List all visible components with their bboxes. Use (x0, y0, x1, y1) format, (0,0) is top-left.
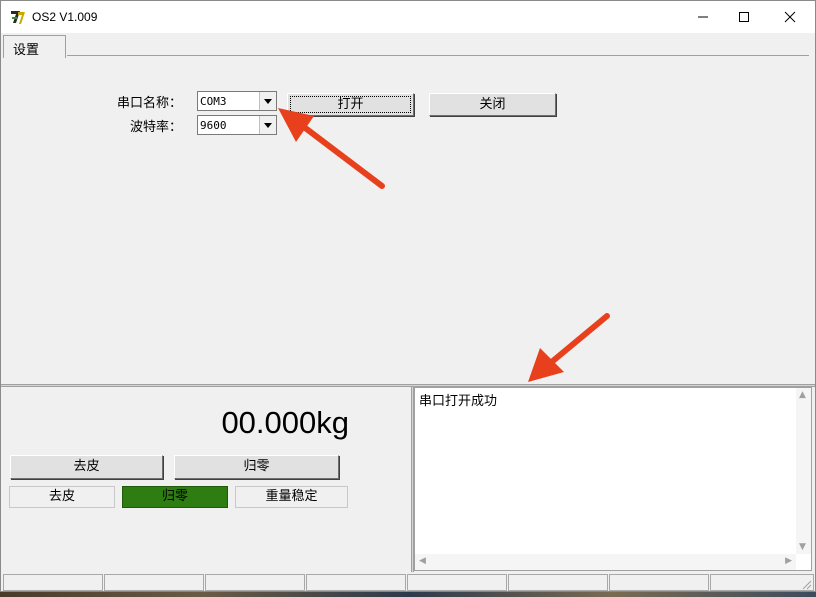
zero-button[interactable]: 归零 (174, 455, 339, 479)
window-title: OS2 V1.009 (32, 10, 98, 24)
scroll-right-arrow-icon[interactable]: ▶ (785, 556, 792, 566)
status-segment (205, 574, 305, 591)
scroll-left-arrow-icon[interactable]: ◀ (419, 556, 426, 566)
scroll-down-arrow-icon[interactable]: ▼ (799, 542, 806, 552)
port-name-label: 串口名称： (117, 96, 183, 111)
maximize-button[interactable] (721, 1, 767, 33)
weight-display: 00.000kg (221, 405, 349, 440)
log-vertical-scrollbar[interactable]: ▲ ▼ (796, 388, 811, 554)
status-segment (609, 574, 709, 591)
port-select-value: COM3 (200, 95, 227, 108)
status-segment (407, 574, 507, 591)
dropdown-arrow-icon[interactable] (259, 92, 276, 110)
port-select[interactable]: COM3 (197, 91, 277, 111)
open-port-button[interactable]: 打开 (287, 93, 414, 116)
log-textarea[interactable]: 串口打开成功 ▲ ▼ ◀ ▶ (414, 387, 812, 571)
close-port-button[interactable]: 关闭 (429, 93, 556, 116)
minimize-icon (698, 16, 708, 18)
zero-indicator: 归零 (122, 486, 228, 508)
log-horizontal-scrollbar[interactable]: ◀ ▶ (415, 554, 796, 570)
status-segment (710, 574, 814, 591)
tab-strip (1, 33, 815, 57)
close-window-button[interactable] (767, 1, 813, 33)
status-segment (508, 574, 608, 591)
baud-rate-select-value: 9600 (200, 119, 227, 132)
baud-rate-select[interactable]: 9600 (197, 115, 277, 135)
tab-divider (67, 55, 809, 56)
scroll-up-arrow-icon[interactable]: ▲ (799, 390, 806, 400)
minimize-button[interactable] (680, 1, 726, 33)
title-bar[interactable]: OS2 V1.009 (1, 1, 815, 33)
dropdown-arrow-icon[interactable] (259, 116, 276, 134)
settings-panel: 串口名称： COM3 波特率： 9600 打开 关闭 (3, 57, 813, 384)
app-logo-icon (11, 11, 25, 24)
app-window: OS2 V1.009 设置 串口名称： COM3 波特率： 9600 打开 关闭… (0, 0, 816, 592)
log-message: 串口打开成功 (419, 394, 498, 409)
status-segment (104, 574, 204, 591)
tare-button[interactable]: 去皮 (10, 455, 163, 479)
tab-settings-label: 设置 (13, 43, 40, 58)
maximize-icon (739, 12, 749, 22)
close-icon (784, 11, 796, 23)
tare-indicator: 去皮 (9, 486, 115, 508)
status-segment (3, 574, 103, 591)
stable-indicator: 重量稳定 (235, 486, 348, 508)
baud-rate-label: 波特率： (130, 120, 183, 135)
tab-settings[interactable]: 设置 (3, 35, 66, 58)
scale-panel: 00.000kg 去皮 归零 去皮 归零 重量稳定 (3, 387, 411, 572)
status-bar (1, 573, 815, 591)
status-segment (306, 574, 406, 591)
resize-grip-icon[interactable] (800, 578, 812, 590)
